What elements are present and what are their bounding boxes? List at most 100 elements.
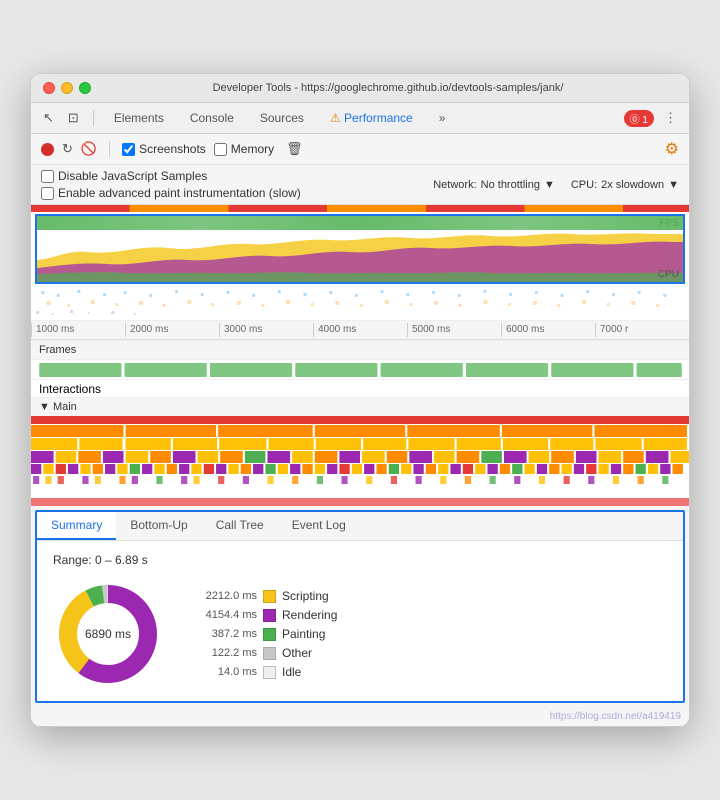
rendering-label: Rendering [282, 608, 337, 622]
trash-icon[interactable]: 🗑 [282, 139, 307, 159]
cpu-chart [37, 230, 683, 282]
timeline-ruler: 1000 ms 2000 ms 3000 ms 4000 ms 5000 ms … [31, 321, 689, 340]
memory-checkbox[interactable] [214, 143, 227, 156]
tick-5: 6000 ms [501, 323, 595, 337]
separator [93, 110, 94, 126]
scripting-color [263, 590, 276, 603]
record-bar: ↻ 🚫 Screenshots Memory 🗑 ⚙ [31, 134, 689, 165]
tick-1: 2000 ms [125, 323, 219, 337]
cpu-dropdown-icon[interactable]: ▼ [668, 179, 679, 191]
bottom-tabs: Summary Bottom-Up Call Tree Event Log [37, 512, 683, 541]
tab-more[interactable]: » [429, 107, 456, 129]
enable-paint-label[interactable]: Enable advanced paint instrumentation (s… [41, 186, 301, 200]
other-color [263, 647, 276, 660]
title-bar: Developer Tools - https://googlechrome.g… [31, 74, 689, 103]
tab-performance[interactable]: ⚠ Performance [320, 107, 423, 129]
close-button[interactable] [43, 82, 55, 94]
legend-other: 122.2 ms Other [187, 646, 337, 660]
cpu-label: CPU: [571, 179, 597, 191]
screenshots-area [31, 286, 689, 321]
interactions-row: Interactions [31, 380, 689, 398]
screenshots-checkbox[interactable] [122, 143, 135, 156]
minimize-button[interactable] [61, 82, 73, 94]
maximize-button[interactable] [79, 82, 91, 94]
memory-checkbox-label[interactable]: Memory [214, 142, 274, 156]
cpu-svg [37, 230, 683, 282]
dock-icon[interactable]: ⊡ [64, 108, 83, 128]
enable-paint-row: Enable advanced paint instrumentation (s… [41, 186, 301, 200]
cpu-select[interactable]: CPU: 2x slowdown ▼ [571, 179, 679, 191]
legend-painting: 387.2 ms Painting [187, 627, 337, 641]
idle-color [263, 666, 276, 679]
tab-summary[interactable]: Summary [37, 512, 116, 540]
screenshots-checkbox-label[interactable]: Screenshots [122, 142, 206, 156]
other-label: Other [282, 646, 312, 660]
cpu-label-bottom: CPU [658, 269, 679, 280]
tab-console[interactable]: Console [180, 107, 244, 129]
enable-paint-checkbox[interactable] [41, 187, 54, 200]
idle-label: Idle [282, 665, 301, 679]
screenshots-svg [31, 286, 689, 321]
scripting-value: 2212.0 ms [187, 590, 257, 602]
flamechart-svg [31, 416, 689, 506]
network-dropdown-icon[interactable]: ▼ [544, 179, 555, 191]
options-bar: Disable JavaScript Samples Enable advanc… [31, 165, 689, 205]
record-button[interactable] [41, 143, 54, 156]
tab-bottom-up[interactable]: Bottom-Up [116, 512, 201, 540]
bottom-panel: Summary Bottom-Up Call Tree Event Log Ra… [35, 510, 685, 703]
main-flamechart [31, 416, 689, 506]
network-value: No throttling [481, 179, 540, 191]
refresh-icon[interactable]: ↻ [62, 141, 73, 157]
clear-icon[interactable]: 🚫 [81, 141, 97, 157]
other-value: 122.2 ms [187, 647, 257, 659]
more-menu-icon[interactable]: ⋮ [660, 108, 681, 128]
warning-icon: ⚠ [330, 111, 341, 125]
toolbar-right: ⓪ 1 ⋮ [624, 108, 681, 128]
tick-2: 3000 ms [219, 323, 313, 337]
summary-chart-area: 6890 ms 2212.0 ms Scripting 4154.4 ms Re… [53, 579, 667, 689]
painting-color [263, 628, 276, 641]
tick-3: 4000 ms [313, 323, 407, 337]
fps-cpu-section: FPS CPU [35, 214, 685, 284]
options-right: Network: No throttling ▼ CPU: 2x slowdow… [433, 179, 679, 191]
tab-event-log[interactable]: Event Log [278, 512, 360, 540]
tab-sources[interactable]: Sources [250, 107, 314, 129]
window-title: Developer Tools - https://googlechrome.g… [99, 82, 677, 94]
legend: 2212.0 ms Scripting 4154.4 ms Rendering … [187, 589, 337, 679]
cursor-icon[interactable]: ↖ [39, 108, 58, 128]
cpu-value: 2x slowdown [601, 179, 664, 191]
network-select[interactable]: Network: No throttling ▼ [433, 179, 555, 191]
options-left: Disable JavaScript Samples Enable advanc… [41, 169, 301, 200]
network-label: Network: [433, 179, 476, 191]
frames-svg [31, 360, 689, 380]
tab-bar: ↖ ⊡ Elements Console Sources ⚠ Performan… [31, 103, 689, 134]
separator [109, 141, 110, 157]
tab-call-tree[interactable]: Call Tree [202, 512, 278, 540]
disable-js-checkbox[interactable] [41, 170, 54, 183]
error-badge: ⓪ 1 [624, 110, 654, 127]
rendering-color [263, 609, 276, 622]
scripting-label: Scripting [282, 589, 329, 603]
tick-4: 5000 ms [407, 323, 501, 337]
donut-label: 6890 ms [85, 627, 131, 641]
frames-row [31, 360, 689, 380]
idle-value: 14.0 ms [187, 666, 257, 678]
fps-bar [37, 216, 683, 230]
watermark: https://blog.csdn.net/a419419 [31, 707, 689, 726]
donut-chart: 6890 ms [53, 579, 163, 689]
legend-idle: 14.0 ms Idle [187, 665, 337, 679]
interactions-label: Interactions [39, 382, 101, 396]
bottom-content: Range: 0 – 6.89 s [37, 541, 683, 701]
disable-js-label[interactable]: Disable JavaScript Samples [41, 169, 207, 183]
settings-gear-icon[interactable]: ⚙ [665, 139, 679, 159]
timeline-area: FPS CPU [31, 205, 689, 506]
frames-label: Frames [31, 340, 689, 360]
painting-label: Painting [282, 627, 325, 641]
tick-6: 7000 r [595, 323, 689, 337]
devtools-window: Developer Tools - https://googlechrome.g… [30, 73, 690, 727]
legend-scripting: 2212.0 ms Scripting [187, 589, 337, 603]
disable-js-row: Disable JavaScript Samples [41, 169, 301, 183]
rendering-value: 4154.4 ms [187, 609, 257, 621]
main-label: ▼ Main [31, 398, 689, 416]
tab-elements[interactable]: Elements [104, 107, 174, 129]
